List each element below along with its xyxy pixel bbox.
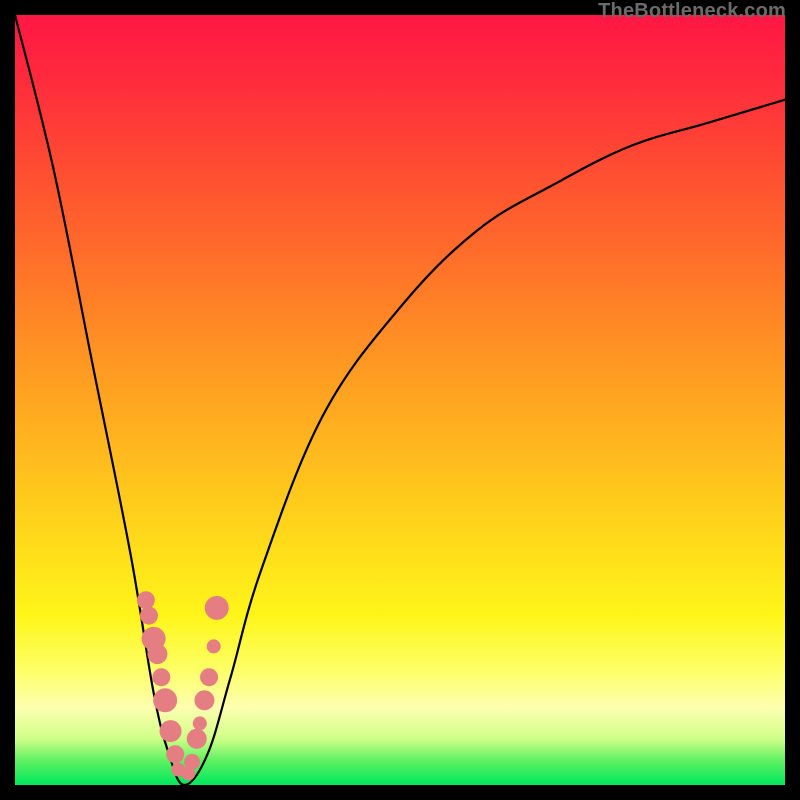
highlight-dots [137, 591, 229, 780]
highlight-dot [184, 754, 200, 770]
highlight-dot [153, 688, 177, 712]
highlight-dot [166, 745, 184, 763]
highlight-dot [140, 607, 158, 625]
attribution-text: TheBottleneck.com [598, 0, 786, 22]
bottleneck-curve [15, 15, 785, 785]
highlight-dot [193, 716, 207, 730]
highlight-dot [205, 596, 229, 620]
highlight-dot [137, 591, 155, 609]
highlight-dot [207, 639, 221, 653]
highlight-dot [147, 644, 167, 664]
plot-area [15, 15, 785, 785]
overlay-svg [15, 15, 785, 785]
chart-frame: TheBottleneck.com [0, 0, 800, 800]
highlight-dot [152, 668, 170, 686]
highlight-dot [200, 668, 218, 686]
highlight-dot [160, 720, 182, 742]
highlight-dot [194, 690, 214, 710]
highlight-dot [187, 729, 207, 749]
